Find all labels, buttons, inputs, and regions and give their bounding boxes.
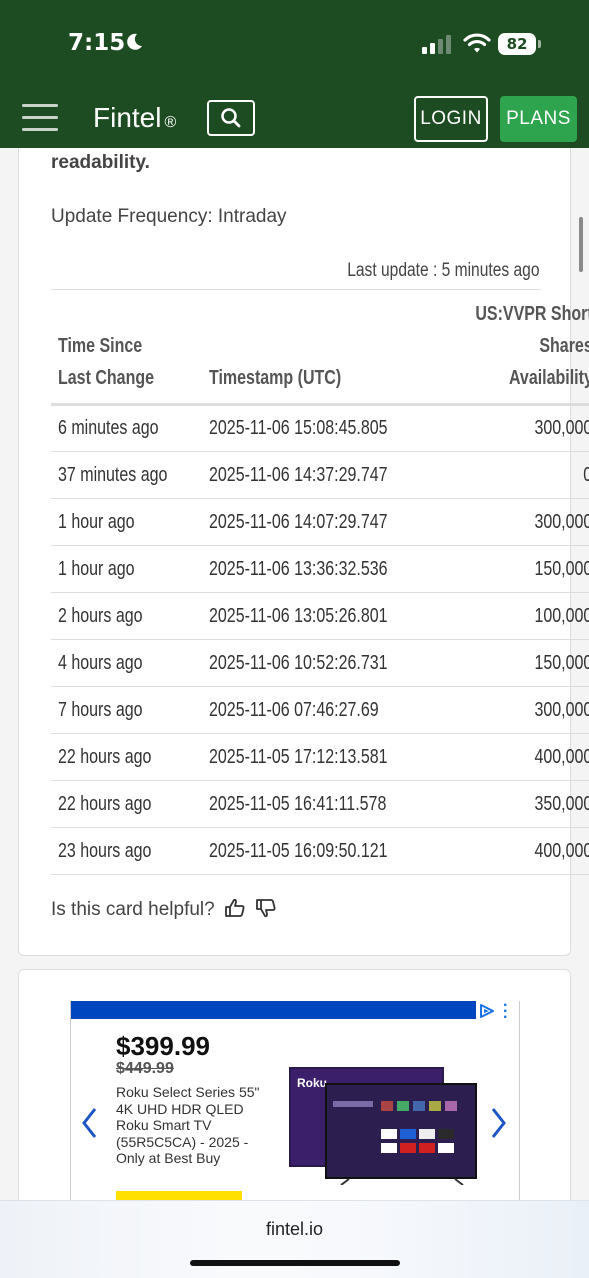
short-availability-card: readability. Update Frequency: Intraday … — [18, 148, 589, 956]
table-row: 22 hours ago 2025-11-05 17:12:13.581 400,0… — [51, 733, 589, 781]
column-header-time-since[interactable]: Time Since Last Change — [51, 290, 202, 406]
cell-timestamp: 2025-11-06 13:36:32.536 — [201, 545, 439, 593]
cell-timestamp: 2025-11-06 15:08:45.805 — [201, 404, 439, 452]
brand-registered-mark: ® — [164, 114, 177, 131]
cell-timestamp: 2025-11-06 14:07:29.747 — [201, 498, 439, 546]
column-header-availability[interactable]: US:VVPR Short Shares Availability — [438, 290, 589, 406]
cell-timestamp: 2025-11-06 14:37:29.747 — [201, 451, 439, 499]
cell-availability: 300,000 — [438, 404, 589, 452]
top-bar: 7:15 82 Fintel ® LOGIN PLANS — [0, 0, 589, 148]
cell-availability: 300,000 — [438, 686, 589, 734]
status-time: 7:15 — [68, 30, 126, 56]
cell-timestamp: 2025-11-06 13:05:26.801 — [201, 592, 439, 640]
card-intro-text: readability. — [51, 152, 150, 173]
cell-timestamp: 2025-11-06 07:46:27.69 — [201, 686, 439, 734]
ad-more-icon[interactable]: · · · — [503, 1001, 508, 1026]
cell-availability: 0 — [438, 451, 589, 499]
ad-old-price: $449.99 — [116, 1060, 174, 1077]
update-frequency: Update Frequency: Intraday — [51, 206, 287, 227]
tv-product-image: Roku — [289, 1067, 477, 1185]
thumbs-down-icon[interactable] — [255, 898, 277, 918]
cell-availability: 400,000 — [438, 827, 589, 875]
ad-banner[interactable]: · · · $399.99 $449.99 Roku Select Series 5… — [70, 1001, 520, 1211]
cellular-signal-icon — [422, 35, 451, 54]
ad-brand-bar — [71, 1001, 476, 1019]
tv-logo: Roku — [297, 1076, 327, 1090]
cell-time-since: 6 minutes ago — [51, 404, 202, 452]
cell-time-since: 7 hours ago — [51, 686, 202, 734]
search-icon — [221, 108, 241, 128]
ad-choices-icon[interactable] — [478, 1003, 496, 1019]
cell-time-since: 22 hours ago — [51, 780, 202, 828]
table-row: 6 minutes ago 2025-11-06 15:08:45.805 300,… — [51, 404, 589, 452]
cell-timestamp: 2025-11-05 16:09:50.121 — [201, 827, 439, 875]
cell-time-since: 4 hours ago — [51, 639, 202, 687]
cell-time-since: 2 hours ago — [51, 592, 202, 640]
table-header-row: Time Since Last Change Timestamp (UTC) U… — [51, 290, 589, 406]
chevron-right-icon[interactable] — [489, 1105, 509, 1141]
cell-time-since: 22 hours ago — [51, 733, 202, 781]
url-text[interactable]: fintel.io — [0, 1219, 589, 1240]
browser-address-bar[interactable]: fintel.io — [0, 1200, 589, 1278]
last-update: Last update : 5 minutes ago — [346, 260, 539, 281]
cell-availability: 150,000 — [438, 639, 589, 687]
column-header-timestamp[interactable]: Timestamp (UTC) — [201, 290, 439, 406]
brand-name: Fintel — [93, 102, 162, 133]
ad-description: Roku Select Series 55" 4K UHD HDR QLED R… — [116, 1084, 260, 1166]
table-row: 4 hours ago 2025-11-06 10:52:26.731 150,00… — [51, 639, 589, 687]
cell-availability: 350,000 — [438, 780, 589, 828]
do-not-disturb-moon-icon — [127, 33, 142, 50]
cell-time-since: 37 minutes ago — [51, 451, 202, 499]
thumbs-up-icon[interactable] — [224, 898, 246, 918]
table-row: 23 hours ago 2025-11-05 16:09:50.121 400,0… — [51, 827, 589, 875]
login-button[interactable]: LOGIN — [414, 96, 488, 142]
cell-time-since: 1 hour ago — [51, 545, 202, 593]
table-row: 2 hours ago 2025-11-06 13:05:26.801 100,00… — [51, 592, 589, 640]
search-button[interactable] — [207, 100, 255, 136]
cell-timestamp: 2025-11-06 10:52:26.731 — [201, 639, 439, 687]
battery-icon: 82 — [498, 33, 542, 55]
chevron-left-icon[interactable] — [79, 1105, 99, 1141]
helpful-prompt: Is this card helpful? — [51, 898, 277, 921]
cell-timestamp: 2025-11-05 17:12:13.581 — [201, 733, 439, 781]
table-row: 1 hour ago 2025-11-06 14:07:29.747 300,000 — [51, 498, 589, 546]
table-row: 7 hours ago 2025-11-06 07:46:27.69 300,000 — [51, 686, 589, 734]
scrollbar[interactable] — [579, 217, 583, 272]
table-row: 37 minutes ago2025-11-06 14:37:29.7470 — [51, 451, 589, 499]
short-availability-table: Time Since Last Change Timestamp (UTC) U… — [51, 290, 589, 875]
cell-timestamp: 2025-11-05 16:41:11.578 — [201, 780, 439, 828]
wifi-icon — [463, 33, 491, 53]
cell-availability: 300,000 — [438, 498, 589, 546]
ad-card: · · · $399.99 $449.99 Roku Select Series 5… — [18, 969, 571, 1211]
cell-time-since: 1 hour ago — [51, 498, 202, 546]
helpful-label: Is this card helpful? — [51, 899, 215, 920]
table-row: 1 hour ago 2025-11-06 13:36:32.536 150,000 — [51, 545, 589, 593]
cell-availability: 150,000 — [438, 545, 589, 593]
home-indicator[interactable] — [190, 1260, 400, 1266]
battery-level: 82 — [498, 33, 536, 55]
brand-logo[interactable]: Fintel ® — [93, 102, 176, 134]
cell-availability: 400,000 — [438, 733, 589, 781]
cell-availability: 100,000 — [438, 592, 589, 640]
menu-icon[interactable] — [22, 104, 58, 132]
plans-button[interactable]: PLANS — [500, 96, 577, 142]
ad-price: $399.99 — [116, 1031, 210, 1061]
table-row: 22 hours ago 2025-11-05 16:41:11.578 350,0… — [51, 780, 589, 828]
cell-time-since: 23 hours ago — [51, 827, 202, 875]
